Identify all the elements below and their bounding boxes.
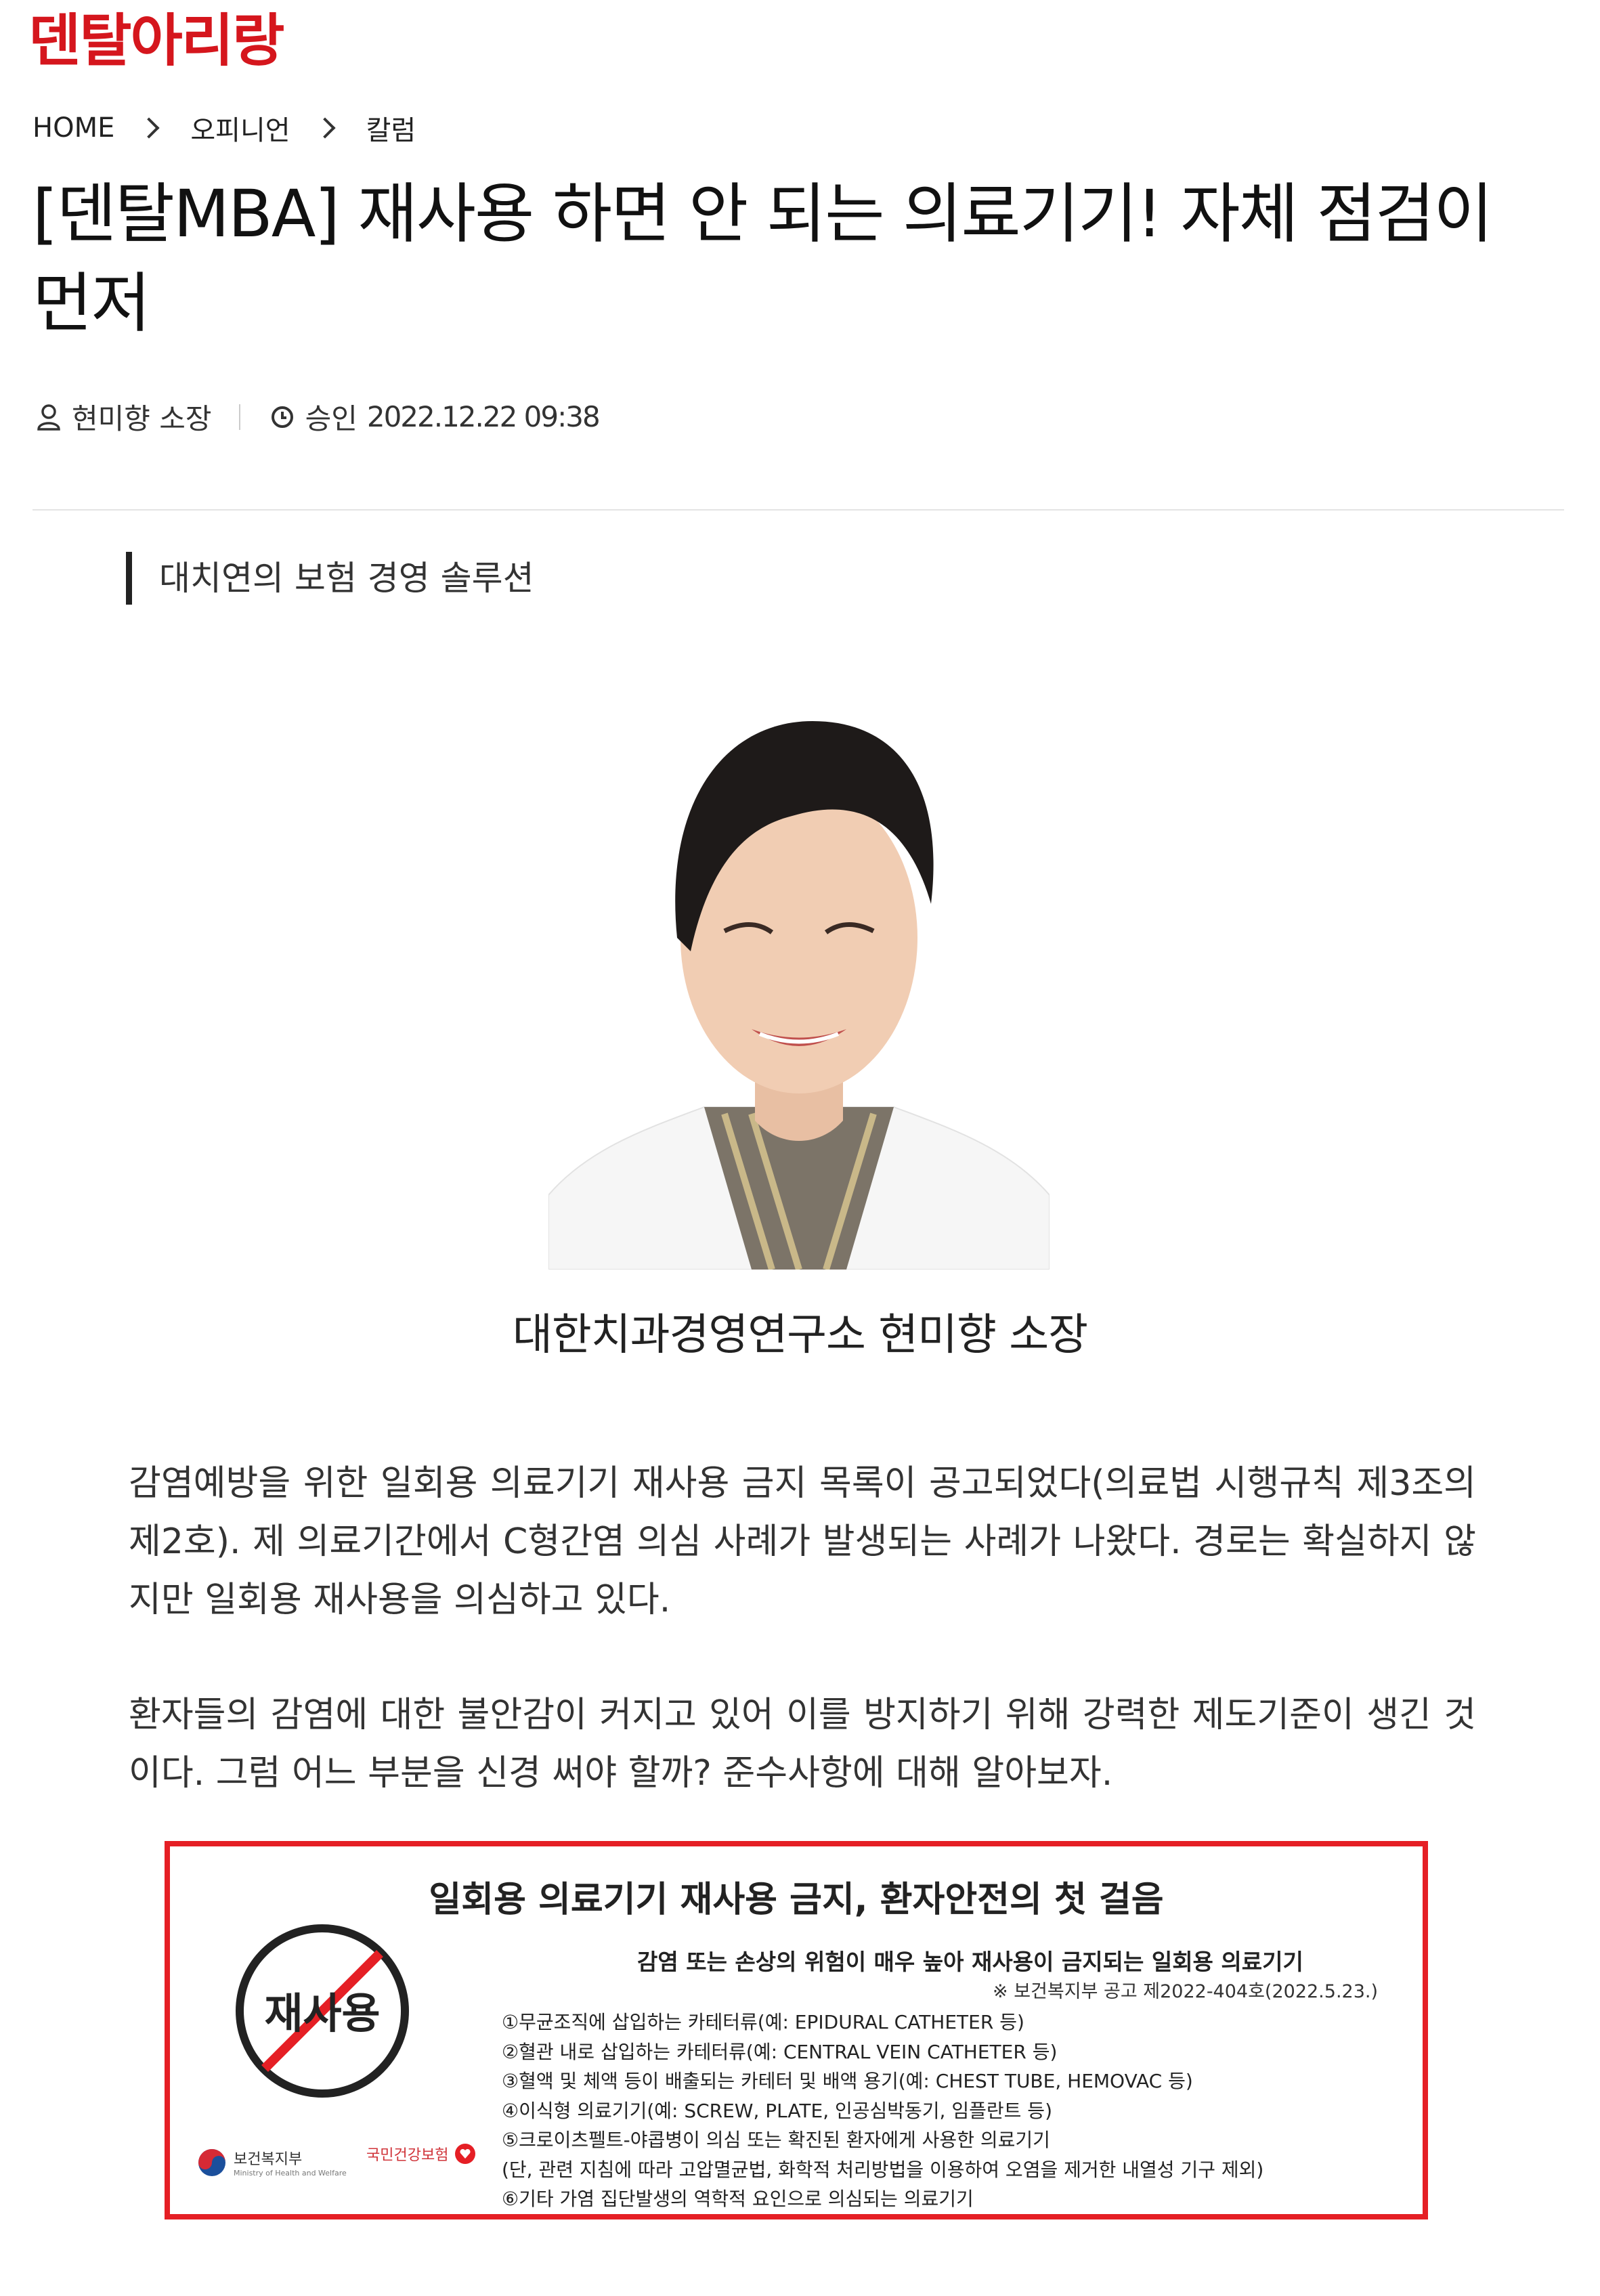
heart-icon: [455, 2144, 476, 2164]
photo-caption: 대한치과경영연구소 현미향 소장: [512, 1310, 1088, 1360]
author-name: 현미향 소장: [72, 402, 212, 435]
mohw-name-en: Ministry of Health and Welfare: [234, 2169, 347, 2178]
notice-poster: 일회용 의료기기 재사용 금지, 환자안전의 첫 걸음 재사용 감염 또는 손상…: [165, 1841, 1428, 2219]
notice-list: ①무균조직에 삽입하는 카테터류(예: EPIDURAL CATHETER 등)…: [502, 2008, 1263, 2214]
header-divider: [33, 509, 1564, 511]
list-item: ⑤크로이츠펠트-야콥병이 의심 또는 확진된 환자에게 사용한 의료기기: [502, 2129, 1050, 2151]
list-item: ③혈액 및 체액 등이 배출되는 카테터 및 배액 용기(예: CHEST TU…: [502, 2070, 1193, 2092]
list-item: ②혈관 내로 삽입하는 카테터류(예: CENTRAL VEIN CATHETE…: [502, 2040, 1058, 2063]
meta-divider: [238, 404, 240, 430]
breadcrumb-home[interactable]: HOME: [33, 112, 114, 144]
article-meta: 현미향 소장 승인 2022.12.22 09:38: [37, 396, 601, 437]
list-item: ①무균조직에 삽입하는 카테터류(예: EPIDURAL CATHETER 등): [502, 2011, 1024, 2033]
author-photo: [548, 721, 1050, 1270]
chevron-right-icon: [138, 117, 160, 139]
article-title: [덴탈MBA] 재사용 하면 안 되는 의료기기! 자체 점검이 먼저: [33, 176, 1493, 341]
mohw-name: 보건복지부: [234, 2151, 303, 2168]
list-item: ④이식형 의료기기(예: SCREW, PLATE, 인공심박동기, 임플란트 …: [502, 2099, 1052, 2122]
nhis-name: 국민건강보험: [366, 2147, 449, 2164]
article-paragraph: 환자들의 감염에 대한 불안감이 커지고 있어 이를 방지하기 위해 강력한 제…: [129, 1695, 1476, 1794]
breadcrumb-opinion[interactable]: 오피니언: [190, 108, 290, 148]
approved-label: 승인: [305, 402, 358, 435]
publish-date: 2022.12.22 09:38: [366, 400, 601, 433]
notice-subtitle: 감염 또는 손상의 위험이 매우 높아 재사용이 금지되는 일회용 의료기기: [637, 1949, 1303, 1975]
list-item: (단, 관련 지침에 따라 고압멸균법, 화학적 처리방법을 이용하여 오염을 …: [502, 2158, 1264, 2181]
breadcrumb-column[interactable]: 칼럼: [366, 108, 416, 148]
article-paragraph: 감염예방을 위한 일회용 의료기기 재사용 금지 목록이 공고되었다(의료법 시…: [129, 1463, 1476, 1620]
chevron-right-icon: [314, 117, 336, 139]
list-item: ⑥기타 가염 집단발생의 역학적 요인으로 의심되는 의료기기: [502, 2188, 974, 2210]
article-subheading: 대치연의 보험 경영 솔루션: [126, 552, 534, 605]
site-logo[interactable]: 덴탈아리랑: [28, 12, 284, 69]
nhis-logo: 국민건강보험: [366, 2142, 477, 2165]
notice-title: 일회용 의료기기 재사용 금지, 환자안전의 첫 걸음: [429, 1880, 1164, 1920]
user-icon: [37, 404, 60, 431]
clock-icon: [271, 406, 293, 428]
notice-source: ※ 보건복지부 공고 제2022-404호(2022.5.23.): [993, 1981, 1378, 2002]
mohw-logo: 보건복지부 Ministry of Health and Welfare: [197, 2147, 347, 2178]
taegeuk-icon: [198, 2148, 225, 2176]
breadcrumb: HOME 오피니언 칼럼: [33, 108, 416, 148]
sign-label: 재사용: [264, 1989, 381, 2038]
